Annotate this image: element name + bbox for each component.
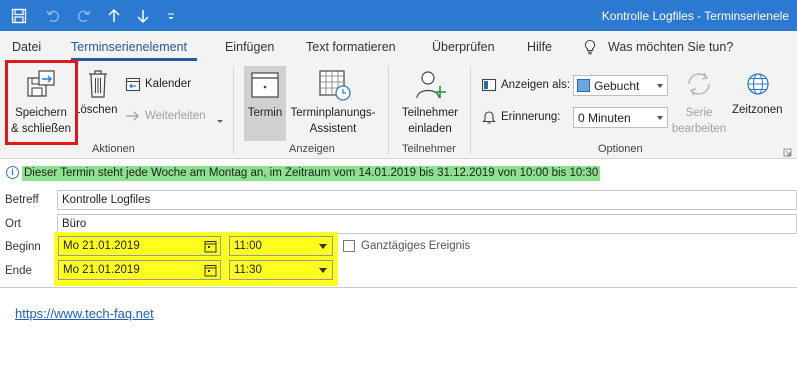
trash-icon [87, 69, 109, 102]
show-as-label: Anzeigen als: [501, 79, 571, 91]
lightbulb-icon [583, 39, 597, 58]
show-as-select[interactable]: Gebucht [573, 75, 668, 96]
all-day-checkbox[interactable] [343, 240, 355, 252]
group-separator [233, 66, 234, 154]
recurrence-info-text: Dieser Termin steht jede Woche am Montag… [22, 166, 601, 181]
tab-hilfe[interactable]: Hilfe [527, 40, 552, 54]
chevron-down-icon [657, 84, 663, 88]
location-label: Ort [5, 218, 21, 230]
undo-icon[interactable] [42, 5, 64, 26]
busy-color-swatch [577, 79, 590, 92]
bell-icon [481, 109, 497, 128]
time-zones-button[interactable]: Zeitzonen [732, 104, 783, 116]
start-time-value: 11:00 [234, 240, 262, 252]
forward-button[interactable]: Weiterleiten [145, 110, 206, 122]
reminder-value: 0 Minuten [578, 110, 631, 125]
add-attendee-icon [414, 68, 448, 105]
tab-text-formatieren[interactable]: Text formatieren [306, 40, 396, 54]
chevron-down-icon [319, 244, 327, 249]
forward-arrow-icon [125, 110, 141, 125]
scheduling-assistant-button[interactable]: Terminplanungs- Assistent [288, 105, 378, 137]
ribbon-tabs: Datei Terminserienelement Einfügen Text … [0, 31, 797, 62]
reminder-label: Erinnerung: [501, 111, 561, 123]
calendar-arrow-icon [125, 76, 141, 95]
invite-attendees-line2: einladen [408, 123, 452, 135]
arrow-down-icon[interactable] [132, 5, 154, 26]
info-icon: i [6, 166, 19, 179]
appointment-icon [250, 70, 280, 103]
start-time-select[interactable]: 11:00 [229, 236, 333, 256]
tell-me-search[interactable]: Was möchten Sie tun? [608, 40, 733, 54]
start-date-input[interactable]: Mo 21.01.2019 [58, 236, 221, 256]
invite-attendees-line1: Teilnehmer [401, 107, 459, 119]
location-input[interactable]: Büro [57, 214, 797, 234]
show-as-value: Gebucht [594, 78, 640, 93]
group-label-teilnehmer: Teilnehmer [402, 143, 456, 155]
invite-attendees-button[interactable]: Teilnehmer einladen [395, 105, 465, 137]
edit-series-button[interactable]: Serie bearbeiten [668, 105, 730, 137]
title-bar: Kontrolle Logfiles - Terminserienele [0, 0, 797, 31]
chevron-down-icon[interactable] [216, 114, 224, 128]
tab-datei[interactable]: Datei [12, 40, 41, 54]
start-date-value: Mo 21.01.2019 [63, 240, 140, 252]
start-label: Beginn [5, 241, 41, 253]
save-icon[interactable] [8, 5, 30, 26]
delete-label: Löschen [78, 104, 118, 116]
active-tab-indicator [71, 58, 197, 61]
show-as-icon [481, 77, 497, 96]
group-separator [470, 66, 471, 154]
globe-icon [746, 72, 770, 99]
highlight-save-close [5, 60, 78, 145]
info-bar: i Dieser Termin steht jede Woche am Mont… [0, 160, 797, 187]
reminder-select[interactable]: 0 Minuten [573, 107, 668, 128]
ribbon: Speichern & schließen Löschen Kalender W… [0, 62, 797, 159]
end-date-value: Mo 21.01.2019 [63, 264, 140, 276]
edit-series-line2: bearbeiten [671, 123, 727, 135]
dialog-launcher-icon[interactable] [783, 146, 792, 160]
chevron-down-icon [319, 268, 327, 273]
calendar-button[interactable]: Kalender [145, 78, 191, 90]
delete-button[interactable]: Löschen [78, 102, 120, 120]
window-title: Kontrolle Logfiles - Terminserienele [601, 9, 789, 23]
group-label-optionen: Optionen [598, 143, 643, 155]
customize-icon[interactable] [160, 5, 182, 26]
edit-series-line1: Serie [685, 107, 713, 119]
end-label: Ende [5, 265, 32, 277]
tab-einfuegen[interactable]: Einfügen [225, 40, 274, 54]
group-separator [388, 66, 389, 154]
group-label-anzeigen: Anzeigen [289, 143, 335, 155]
subject-label: Betreff [5, 194, 39, 206]
body-link[interactable]: https://www.tech-faq.net [15, 306, 154, 321]
edit-series-icon [684, 69, 714, 102]
redo-icon[interactable] [73, 5, 95, 26]
scheduling-assistant-line1: Terminplanungs- [290, 107, 376, 119]
tab-terminserienelement[interactable]: Terminserienelement [71, 40, 187, 54]
body-editor[interactable]: https://www.tech-faq.net [0, 287, 797, 374]
end-time-select[interactable]: 11:30 [229, 260, 333, 280]
scheduling-assistant-icon [318, 68, 352, 105]
termin-label: Termin [247, 107, 283, 119]
subject-input[interactable]: Kontrolle Logfiles [57, 190, 797, 210]
scheduling-assistant-line2: Assistent [309, 123, 357, 135]
tab-ueberpruefen[interactable]: Überprüfen [432, 40, 495, 54]
all-day-label: Ganztägiges Ereignis [361, 240, 471, 252]
end-time-value: 11:30 [234, 264, 262, 276]
calendar-icon[interactable] [204, 264, 217, 283]
group-label-aktionen: Aktionen [92, 143, 135, 155]
end-date-input[interactable]: Mo 21.01.2019 [58, 260, 221, 280]
calendar-icon[interactable] [204, 240, 217, 259]
chevron-down-icon [657, 116, 663, 120]
arrow-up-icon[interactable] [103, 5, 125, 26]
